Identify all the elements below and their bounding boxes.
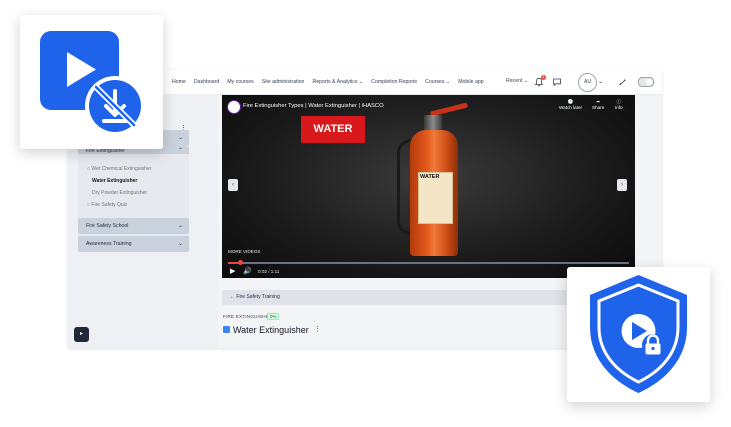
page-icon <box>223 326 230 333</box>
page-menu-icon[interactable]: ⋮ <box>314 325 321 333</box>
avatar[interactable]: AU <box>578 73 597 92</box>
nav-reports-analytics[interactable]: Reports & Analytics ⌄ <box>312 79 363 85</box>
progress-handle[interactable] <box>238 260 243 265</box>
volume-icon[interactable]: 🔊 <box>243 267 252 275</box>
chevron-down-icon: ⌄ <box>177 241 183 247</box>
feature-card-secure-video <box>567 267 710 402</box>
channel-logo[interactable] <box>227 100 241 114</box>
play-icon[interactable]: ▶ <box>230 267 235 275</box>
chat-icon[interactable] <box>552 77 562 87</box>
chevron-up-icon: ⌃ <box>177 148 183 154</box>
edit-mode-toggle[interactable] <box>638 77 654 87</box>
share-button[interactable]: ➦ Share <box>592 99 604 110</box>
page-title: Water Extinguisher <box>233 325 309 335</box>
sidebar-toggle-button[interactable]: ▸ <box>74 327 89 342</box>
previous-video-button[interactable]: ‹ <box>228 179 238 191</box>
water-sign: WATER <box>301 116 365 143</box>
video-no-download-icon <box>40 31 145 136</box>
sidebar-subitem-wet-chemical[interactable]: ○ Wet Chemical Extinguisher <box>87 166 151 172</box>
nav-dashboard[interactable]: Dashboard <box>194 79 219 85</box>
next-video-button[interactable]: › <box>617 179 627 191</box>
watch-later-button[interactable]: 🕓 Watch later <box>559 99 582 110</box>
nav-my-courses[interactable]: My courses <box>227 79 254 85</box>
video-title[interactable]: Fire Extinguisher Types | Water Extingui… <box>243 103 384 109</box>
shield-video-lock-icon <box>590 275 687 393</box>
sidebar-subitem-fire-safety-quiz[interactable]: ○ Fire Safety Quiz <box>87 202 127 208</box>
video-time: 0:02 / 1:11 <box>258 269 280 274</box>
completion-badge: 0% <box>267 313 280 320</box>
chevron-down-icon: ⌄ <box>177 223 183 229</box>
nav-home[interactable]: Home <box>172 79 186 85</box>
sidebar-subitem-water[interactable]: Water Extinguisher <box>92 178 137 184</box>
nav-completion-reports[interactable]: Completion Reports <box>371 79 417 85</box>
sidebar-item-fire-safety-school[interactable]: Fire Safety School ⌄ <box>78 218 189 234</box>
user-menu-chevron-icon[interactable]: ⌄ <box>598 78 603 85</box>
main-nav: Home Dashboard My courses Site administr… <box>172 70 484 94</box>
sidebar-subitem-dry-powder[interactable]: Dry Powder Extinguisher <box>92 190 147 196</box>
sidebar-item-awareness-training[interactable]: Awareness Training ⌄ <box>78 236 189 252</box>
section-label: FIRE EXTINGUISHER <box>223 314 273 319</box>
brush-icon[interactable] <box>618 77 628 87</box>
arrow-left-icon: ← <box>230 294 235 300</box>
more-videos-label[interactable]: MORE VIDEOS <box>228 249 260 254</box>
notification-badge: 1 <box>541 75 546 80</box>
extinguisher-label-text: WATER <box>420 174 440 180</box>
feature-card-no-download <box>20 15 163 149</box>
chevron-down-icon: ⌄ <box>177 135 183 141</box>
nav-mobile-app[interactable]: Mobile app <box>458 79 483 85</box>
nav-site-administration[interactable]: Site administration <box>262 79 305 85</box>
nav-courses[interactable]: Courses ⌄ <box>425 79 450 85</box>
recent-dropdown[interactable]: Recent ⌄ <box>506 78 528 84</box>
progress-track[interactable] <box>228 262 629 264</box>
info-button[interactable]: ⓘ Info <box>615 99 623 110</box>
video-player[interactable]: Fire Extinguisher Types | Water Extingui… <box>222 95 635 278</box>
